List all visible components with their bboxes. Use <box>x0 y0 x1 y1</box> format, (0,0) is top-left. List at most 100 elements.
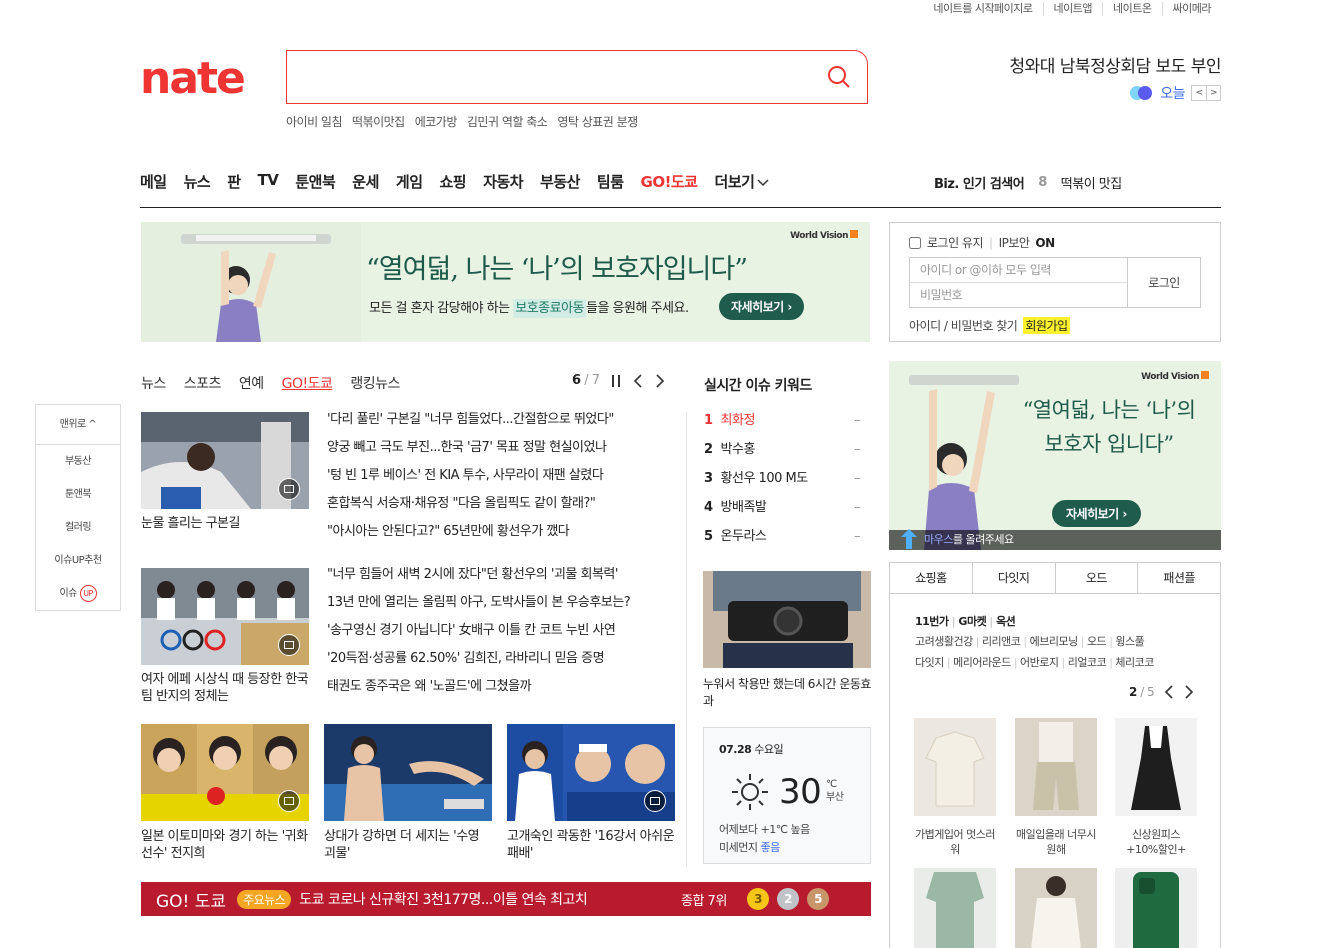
nav-go-tokyo[interactable]: GO!도쿄 <box>641 171 699 192</box>
tab-shopping-home[interactable]: 쇼핑홈 <box>890 563 972 593</box>
shop-item[interactable] <box>1015 868 1097 948</box>
shop-item[interactable]: 가볍게입어 멋스러워 <box>914 718 996 857</box>
worldvision-side-banner[interactable]: World Vision “열여덟, 나는 ‘나’의 보호자 입니다” 자세히보… <box>889 361 1221 550</box>
banner-detail-button[interactable]: 자세히보기 › <box>719 293 804 320</box>
search-icon[interactable] <box>827 65 851 89</box>
ad-photo[interactable] <box>703 571 871 668</box>
tab-ranking[interactable]: 랭킹뉴스 <box>350 373 400 393</box>
news-item[interactable]: '송구영신 경기 아닙니다' 女배구 이틀 칸 코트 누빈 사연 <box>327 617 630 645</box>
tab-fashionple[interactable]: 패션플 <box>1137 563 1220 593</box>
news-item[interactable]: '20득점·성공률 62.50%' 김희진, 라바리니 믿음 증명 <box>327 645 630 673</box>
search-input[interactable] <box>287 51 807 101</box>
nav-car[interactable]: 자동차 <box>483 171 523 192</box>
nav-shopping[interactable]: 쇼핑 <box>440 171 467 192</box>
news-photo[interactable] <box>141 412 309 509</box>
nav-fortune[interactable]: 운세 <box>352 171 379 192</box>
chevron-left-icon[interactable]: < <box>1192 86 1206 100</box>
nav-pann[interactable]: 판 <box>227 171 241 192</box>
nav-toon[interactable]: 툰앤북 <box>295 171 335 192</box>
chevron-left-icon[interactable] <box>633 373 643 388</box>
banner-detail-button[interactable]: 자세히보기 › <box>1052 500 1141 527</box>
mall-link[interactable]: 오드 <box>1081 633 1107 649</box>
news-item[interactable]: 양궁 빼고 극도 부진...한국 '금7' 목표 정말 현실이었나 <box>327 434 614 462</box>
chevron-left-icon[interactable] <box>1164 685 1174 699</box>
id-field[interactable]: 아이디 or @이하 모두 입력 <box>910 258 1127 283</box>
worldvision-banner[interactable]: World Vision “열여덟, 나는 ‘나’의 보호자입니다” 모든 걸 … <box>141 222 870 342</box>
chevron-right-icon[interactable] <box>655 373 665 388</box>
quick-item[interactable]: 부동산 <box>36 445 120 478</box>
search-keyword[interactable]: 떡볶이맛집 <box>352 113 405 130</box>
quick-item[interactable]: 이슈UP추천 <box>36 544 120 577</box>
mall-link[interactable]: G마켓 <box>952 613 986 629</box>
shop-item[interactable]: 매일입을래 너무시원해 <box>1015 718 1097 857</box>
photo-caption[interactable]: 여자 에페 시상식 때 등장한 한국팀 반지의 정체는 <box>141 671 309 705</box>
nav-news[interactable]: 뉴스 <box>184 171 211 192</box>
mall-link[interactable]: 에브리모닝 <box>1023 633 1079 649</box>
mall-link[interactable]: 윙스풀 <box>1109 633 1144 649</box>
mall-link[interactable]: 리얼코코 <box>1062 654 1107 670</box>
mall-link[interactable]: 옥션 <box>989 613 1016 629</box>
search-keyword[interactable]: 에코가방 <box>415 113 458 130</box>
photo-caption[interactable]: 상대가 강하면 더 세지는 '수영 괴물' <box>324 828 492 862</box>
issue-keyword[interactable]: 1 최화정 – <box>704 409 861 438</box>
chevron-right-icon[interactable]: > <box>1206 86 1220 100</box>
tab-go-tokyo[interactable]: GO!도쿄 <box>282 373 333 393</box>
shop-item[interactable] <box>1115 868 1197 948</box>
util-link-startpage[interactable]: 네이트를 시작페이지로 <box>923 2 1042 16</box>
quick-item-issue[interactable]: 이슈 UP <box>36 577 120 610</box>
search-keyword[interactable]: 김민귀 역할 축소 <box>467 113 548 130</box>
util-link-nateon[interactable]: 네이트온 <box>1102 2 1161 16</box>
weather-widget[interactable]: 07.28 수요일 30 ℃ 부산 어제보다 +1℃ 높음 미세먼지 좋음 <box>703 727 871 864</box>
mall-link[interactable]: 고려생활건강 <box>915 633 973 649</box>
photo-caption[interactable]: 고개숙인 곽동한 '16강서 아쉬운 패배' <box>507 828 675 862</box>
news-item[interactable]: "너무 힘들어 새벽 2시에 잤다"던 황선우의 '괴물 회복력' <box>327 561 630 589</box>
pause-icon[interactable] <box>611 374 621 388</box>
find-account-link[interactable]: 아이디 / 비밀번호 찾기 <box>909 317 1018 334</box>
tab-news[interactable]: 뉴스 <box>141 373 166 393</box>
top-headline[interactable]: 청와대 남북정상회담 보도 부인 <box>1009 52 1221 77</box>
news-item[interactable]: 혼합복식 서승재·채유정 "다음 올림픽도 같이 할래?" <box>327 490 614 518</box>
mall-link[interactable]: 11번가 <box>915 613 949 629</box>
mall-link[interactable]: 메리어라운드 <box>947 654 1011 670</box>
password-field[interactable]: 비밀번호 <box>910 283 1127 308</box>
photo-caption[interactable]: 눈물 흘리는 구본길 <box>141 515 309 532</box>
biz-keyword-link[interactable]: 떡볶이 맛집 <box>1061 173 1122 192</box>
nate-logo[interactable]: nate <box>140 55 246 103</box>
mall-link[interactable]: 리리앤코 <box>976 633 1021 649</box>
nav-tv[interactable]: TV <box>258 171 279 192</box>
keep-login-checkbox[interactable] <box>909 236 921 249</box>
issue-keyword[interactable]: 3 황선우 100 M도 – <box>704 467 861 496</box>
shop-item[interactable] <box>914 868 996 948</box>
tab-sports[interactable]: 스포츠 <box>184 373 222 393</box>
photo-caption[interactable]: 일본 이토미마와 경기 하는 '귀화 선수' 전지희 <box>141 828 309 862</box>
mall-link[interactable]: 어반로지 <box>1014 654 1059 670</box>
news-photo[interactable] <box>507 724 675 821</box>
ad-caption[interactable]: 누워서 착용만 했는데 6시간 운동효과 <box>703 676 871 710</box>
chevron-right-icon[interactable] <box>1184 685 1194 699</box>
search-keyword[interactable]: 영탁 상표권 분쟁 <box>557 113 638 130</box>
join-link[interactable]: 회원가입 <box>1023 317 1070 334</box>
login-button[interactable]: 로그인 <box>1127 257 1201 308</box>
util-link-app[interactable]: 네이트앱 <box>1042 2 1102 16</box>
news-photo[interactable] <box>141 568 309 665</box>
tab-daitji[interactable]: 다잇지 <box>971 563 1055 593</box>
news-photo[interactable] <box>324 724 492 821</box>
ip-security-toggle[interactable]: ON <box>1035 236 1055 250</box>
issue-keyword[interactable]: 5 온두라스 – <box>704 525 861 554</box>
shop-item[interactable]: 신상원피스 +10%할인+ <box>1115 718 1197 857</box>
nav-game[interactable]: 게임 <box>396 171 423 192</box>
go-tokyo-logo[interactable]: GO! 도쿄 <box>156 887 226 912</box>
nav-teamroom[interactable]: 팀룸 <box>597 171 624 192</box>
go-tokyo-headline[interactable]: 도쿄 코로나 신규확진 3천177명...이틀 연속 최고치 <box>299 889 588 909</box>
quick-item[interactable]: 툰앤북 <box>36 478 120 511</box>
news-item[interactable]: '다리 풀린' 구본길 "너무 힘들었다...간절함으로 뛰었다" <box>327 406 614 434</box>
news-photo[interactable] <box>141 724 309 821</box>
nav-realestate[interactable]: 부동산 <box>540 171 580 192</box>
issue-keyword[interactable]: 4 방배족발 – <box>704 496 861 525</box>
tab-ode[interactable]: 오드 <box>1054 563 1138 593</box>
news-item[interactable]: 태권도 종주국은 왜 '노골드'에 그쳤을까 <box>327 673 630 701</box>
search-keyword[interactable]: 아이비 일침 <box>286 113 343 130</box>
news-item[interactable]: "아시아는 안된다고?" 65년만에 황선우가 깼다 <box>327 518 614 546</box>
news-item[interactable]: '텅 빈 1루 베이스' 전 KIA 투수, 사무라이 재팬 살렸다 <box>327 462 614 490</box>
nav-more[interactable]: 더보기 <box>715 171 770 192</box>
